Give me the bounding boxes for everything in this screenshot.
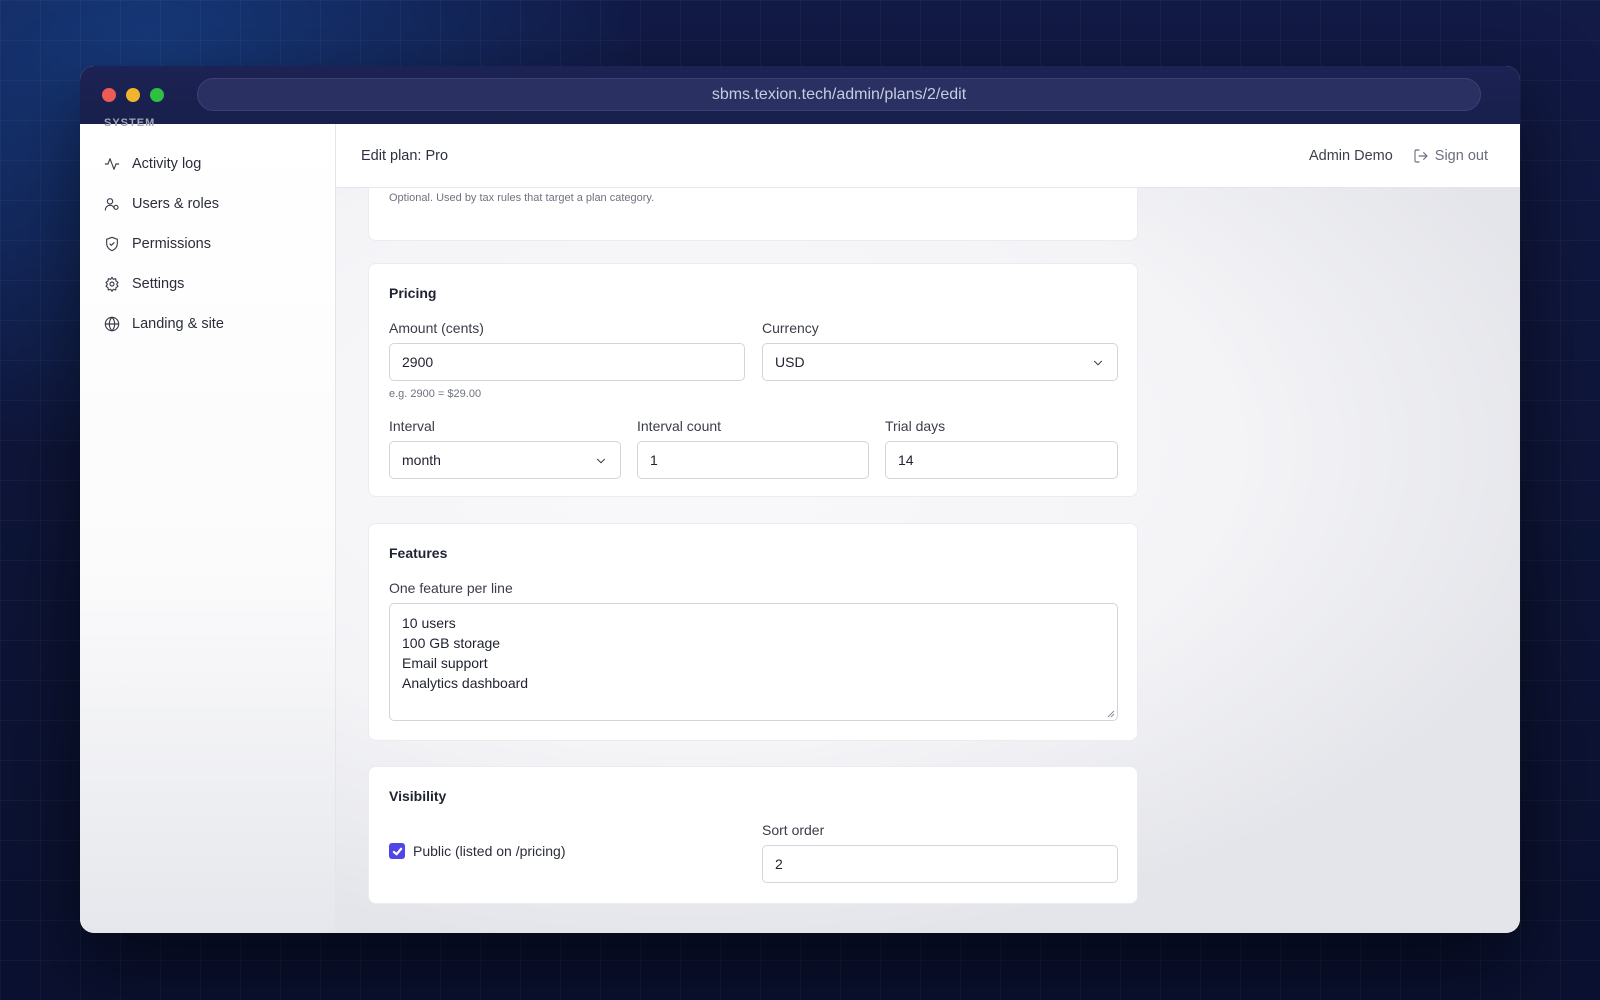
maximize-window-button[interactable] [150, 88, 164, 102]
features-label: One feature per line [389, 580, 513, 596]
sort-order-input[interactable]: 2 [762, 845, 1118, 883]
sidebar-item-label: Permissions [132, 236, 211, 252]
currency-field: Currency USD [762, 320, 1118, 381]
shield-icon [106, 236, 118, 252]
address-bar[interactable]: sbms.texion.tech/admin/plans/2/edit [197, 78, 1481, 111]
trial-days-input[interactable]: 14 [885, 441, 1118, 479]
main-area: Edit plan: Pro Admin Demo Sign out Optio… [336, 124, 1520, 933]
currency-select[interactable]: USD [762, 343, 1118, 381]
sidebar-item-settings[interactable]: Settings [104, 264, 335, 304]
interval-count-label: Interval count [637, 418, 722, 434]
close-window-button[interactable] [102, 88, 116, 102]
users-icon [104, 198, 119, 211]
feature-line: Analytics dashboard [402, 675, 529, 691]
public-checkbox-label: Public (listed on /pricing) [413, 843, 566, 859]
browser-titlebar: sbms.texion.tech/admin/plans/2/edit [80, 66, 1520, 124]
minimize-window-button[interactable] [126, 88, 140, 102]
globe-icon [104, 316, 120, 332]
features-title: Features [389, 545, 448, 561]
window-controls [102, 88, 164, 102]
sidebar-section-label: System [104, 117, 156, 129]
interval-field: Interval month [389, 418, 621, 479]
interval-label: Interval [389, 418, 435, 434]
sidebar-item-label: Activity log [132, 156, 202, 172]
feature-line: 100 GB storage [402, 635, 501, 651]
sort-order-field: Sort order 2 [762, 822, 1118, 883]
category-hint: Optional. Used by tax rules that target … [389, 192, 655, 204]
visibility-title: Visibility [389, 788, 447, 804]
sidebar-item-label: Settings [132, 276, 185, 292]
features-card: Features One feature per line 10 users 1… [368, 523, 1138, 741]
sign-out-label: Sign out [1434, 147, 1488, 164]
public-checkbox-row[interactable]: Public (listed on /pricing) [389, 843, 566, 859]
interval-select[interactable]: month [389, 441, 621, 479]
currency-label: Currency [762, 320, 819, 336]
sidebar-item-activity-log[interactable]: Activity log [104, 144, 335, 184]
features-textarea[interactable]: 10 users 100 GB storage Email support An… [389, 603, 1118, 721]
app-body: System Activity log Users & roles Permis… [80, 117, 1520, 933]
page-title: Edit plan: Pro [361, 147, 449, 164]
interval-count-field: Interval count 1 [637, 418, 869, 479]
sidebar-item-landing-site[interactable]: Landing & site [104, 304, 335, 344]
amount-hint: e.g. 2900 = $29.00 [389, 388, 482, 400]
top-bar-actions: Admin Demo Sign out [1309, 148, 1488, 164]
trial-days-label: Trial days [885, 418, 946, 434]
currency-value: USD [775, 354, 805, 370]
current-user[interactable]: Admin Demo [1309, 148, 1393, 164]
feature-line: 10 users [402, 615, 456, 631]
visibility-card: Visibility Public (listed on /pricing) S… [368, 766, 1138, 904]
amount-label: Amount (cents) [389, 320, 484, 336]
public-checkbox[interactable] [389, 843, 405, 859]
sidebar-item-label: Landing & site [132, 316, 224, 332]
pricing-title: Pricing [389, 285, 437, 301]
sign-out-icon [1414, 148, 1428, 163]
interval-value: month [402, 452, 441, 468]
sidebar-nav: Activity log Users & roles Permissions S… [104, 144, 335, 344]
amount-field: Amount (cents) 2900 e.g. 2900 = $29.00 [389, 320, 745, 400]
amount-input[interactable]: 2900 [389, 343, 745, 381]
check-icon [392, 847, 402, 855]
sign-out-button[interactable]: Sign out [1413, 148, 1488, 164]
top-bar: Edit plan: Pro Admin Demo Sign out [336, 124, 1520, 188]
sidebar-item-users-roles[interactable]: Users & roles [104, 184, 335, 224]
gear-icon [105, 276, 119, 292]
trial-days-field: Trial days 14 [885, 418, 1118, 479]
activity-icon [104, 158, 120, 170]
sidebar-item-label: Users & roles [132, 196, 220, 212]
interval-count-input[interactable]: 1 [637, 441, 869, 479]
chevron-down-icon [596, 458, 606, 464]
feature-line: Email support [402, 655, 488, 671]
pricing-card: Pricing Amount (cents) 2900 e.g. 2900 = … [368, 263, 1138, 497]
features-field: One feature per line 10 users 100 GB sto… [389, 580, 1118, 721]
chevron-down-icon [1093, 360, 1103, 366]
browser-window: sbms.texion.tech/admin/plans/2/edit Syst… [80, 66, 1520, 933]
sort-order-label: Sort order [762, 822, 825, 838]
resize-handle-icon[interactable] [1107, 710, 1115, 718]
sidebar-item-permissions[interactable]: Permissions [104, 224, 335, 264]
sidebar: System Activity log Users & roles Permis… [80, 117, 336, 933]
